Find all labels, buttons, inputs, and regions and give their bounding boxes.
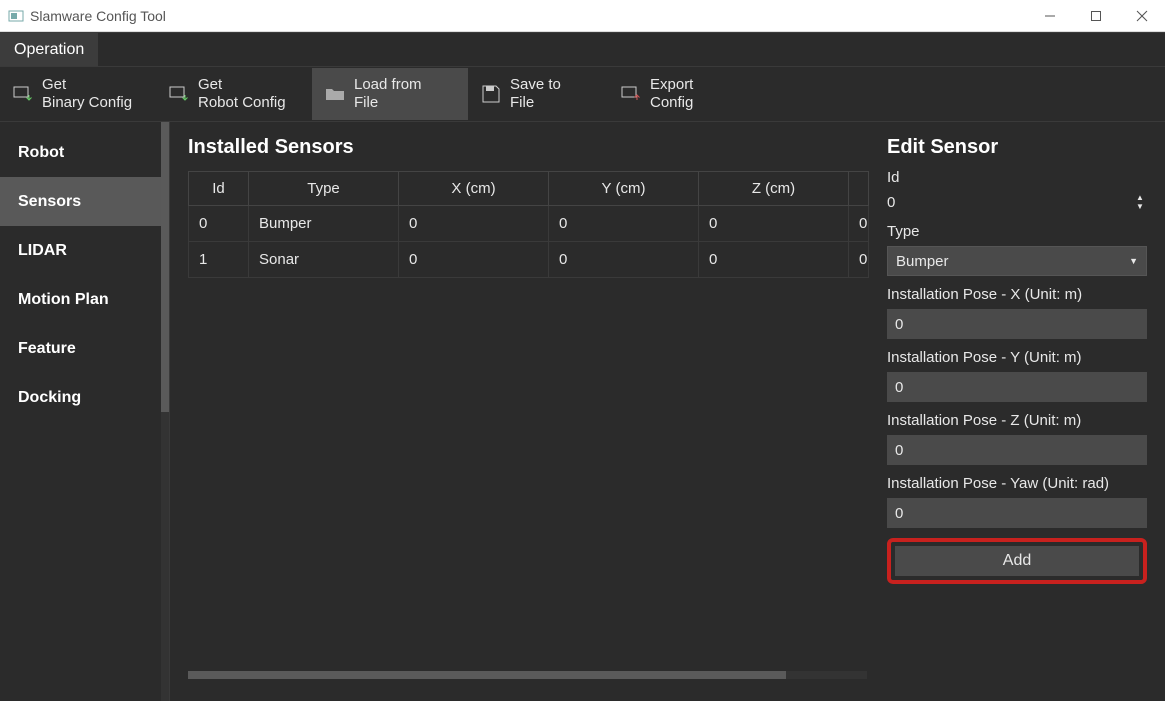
cell-x: 0 [399,206,549,242]
cell-type: Sonar [249,242,399,278]
scrollbar-thumb[interactable] [161,122,169,412]
pose-z-label: Installation Pose - Z (Unit: m) [887,412,1147,429]
tab-operation[interactable]: Operation [0,33,98,66]
save-to-file-button[interactable]: Save to File [468,68,608,120]
pose-z-input[interactable] [887,435,1147,465]
table-row[interactable]: 0 Bumper 0 0 0 0 [189,206,869,242]
sidebar-scrollbar[interactable] [161,122,169,701]
sidebar-item-label: Sensors [18,193,81,211]
download-icon [12,83,34,105]
sidebar-item-label: Motion Plan [18,291,109,309]
col-extra[interactable] [849,172,869,206]
cell-z: 0 [699,206,849,242]
chevron-down-icon[interactable]: ▼ [1133,203,1147,212]
save-icon [480,83,502,105]
pose-yaw-label: Installation Pose - Yaw (Unit: rad) [887,475,1147,492]
horizontal-scrollbar[interactable] [188,671,867,679]
id-spin[interactable]: ▲▼ [1133,194,1147,212]
type-label: Type [887,223,1147,240]
type-value: Bumper [896,253,1129,270]
close-button[interactable] [1119,0,1165,32]
sidebar-item-label: Docking [18,389,81,407]
scrollbar-thumb[interactable] [188,671,786,679]
toolbar: Get Binary Config Get Robot Config Load … [0,66,1165,121]
sensors-table: Id Type X (cm) Y (cm) Z (cm) 0 Bumper 0 … [188,171,869,278]
load-from-file-button[interactable]: Load from File [312,68,468,120]
cell-extra: 0 [849,206,869,242]
edit-title: Edit Sensor [887,136,1147,159]
col-id[interactable]: Id [189,172,249,206]
cell-y: 0 [549,242,699,278]
app-icon [8,8,24,24]
cell-type: Bumper [249,206,399,242]
chevron-down-icon: ▼ [1129,256,1138,266]
main: Robot Sensors LIDAR Motion Plan Feature … [0,121,1165,701]
get-binary-config-button[interactable]: Get Binary Config [0,68,156,120]
toolbar-label: Export Config [650,76,693,112]
cell-y: 0 [549,206,699,242]
maximize-button[interactable] [1073,0,1119,32]
window-controls [1027,0,1165,32]
folder-icon [324,83,346,105]
cell-x: 0 [399,242,549,278]
sidebar-item-sensors[interactable]: Sensors [0,177,169,226]
sidebar-item-docking[interactable]: Docking [0,373,169,422]
titlebar: Slamware Config Tool [0,0,1165,32]
col-z[interactable]: Z (cm) [699,172,849,206]
toolbar-label: Save to File [510,76,561,112]
cell-z: 0 [699,242,849,278]
col-type[interactable]: Type [249,172,399,206]
sidebar-item-label: LIDAR [18,242,67,260]
add-button[interactable]: Add [895,546,1139,576]
id-label: Id [887,169,1147,186]
toolbar-label: Load from File [354,76,422,112]
col-y[interactable]: Y (cm) [549,172,699,206]
sidebar-item-motion-plan[interactable]: Motion Plan [0,275,169,324]
download-icon [168,83,190,105]
cell-extra: 0 [849,242,869,278]
pose-y-input[interactable] [887,372,1147,402]
pose-x-input[interactable] [887,309,1147,339]
cell-id: 0 [189,206,249,242]
center-panel: Installed Sensors Id Type X (cm) Y (cm) … [170,122,875,701]
toolbar-label: Get Robot Config [198,76,286,112]
sidebar-item-lidar[interactable]: LIDAR [0,226,169,275]
sidebar-item-label: Feature [18,340,76,358]
minimize-button[interactable] [1027,0,1073,32]
pose-x-label: Installation Pose - X (Unit: m) [887,286,1147,303]
sidebar: Robot Sensors LIDAR Motion Plan Feature … [0,122,170,701]
upload-icon [620,83,642,105]
table-row[interactable]: 1 Sonar 0 0 0 0 [189,242,869,278]
pose-y-label: Installation Pose - Y (Unit: m) [887,349,1147,366]
add-highlight: Add [887,538,1147,584]
toolbar-label: Get Binary Config [42,76,132,112]
get-robot-config-button[interactable]: Get Robot Config [156,68,312,120]
export-config-button[interactable]: Export Config [608,68,748,120]
sidebar-item-robot[interactable]: Robot [0,128,169,177]
cell-id: 1 [189,242,249,278]
sidebar-item-feature[interactable]: Feature [0,324,169,373]
menubar: Operation [0,32,1165,66]
window-title: Slamware Config Tool [30,8,166,24]
sidebar-item-label: Robot [18,144,64,162]
edit-sensor-panel: Edit Sensor Id ▲▼ Type Bumper ▼ Installa… [875,122,1165,701]
id-input[interactable] [887,192,1133,213]
pose-yaw-input[interactable] [887,498,1147,528]
type-select[interactable]: Bumper ▼ [887,246,1147,276]
sensors-title: Installed Sensors [188,136,867,159]
col-x[interactable]: X (cm) [399,172,549,206]
id-stepper[interactable]: ▲▼ [887,192,1147,213]
